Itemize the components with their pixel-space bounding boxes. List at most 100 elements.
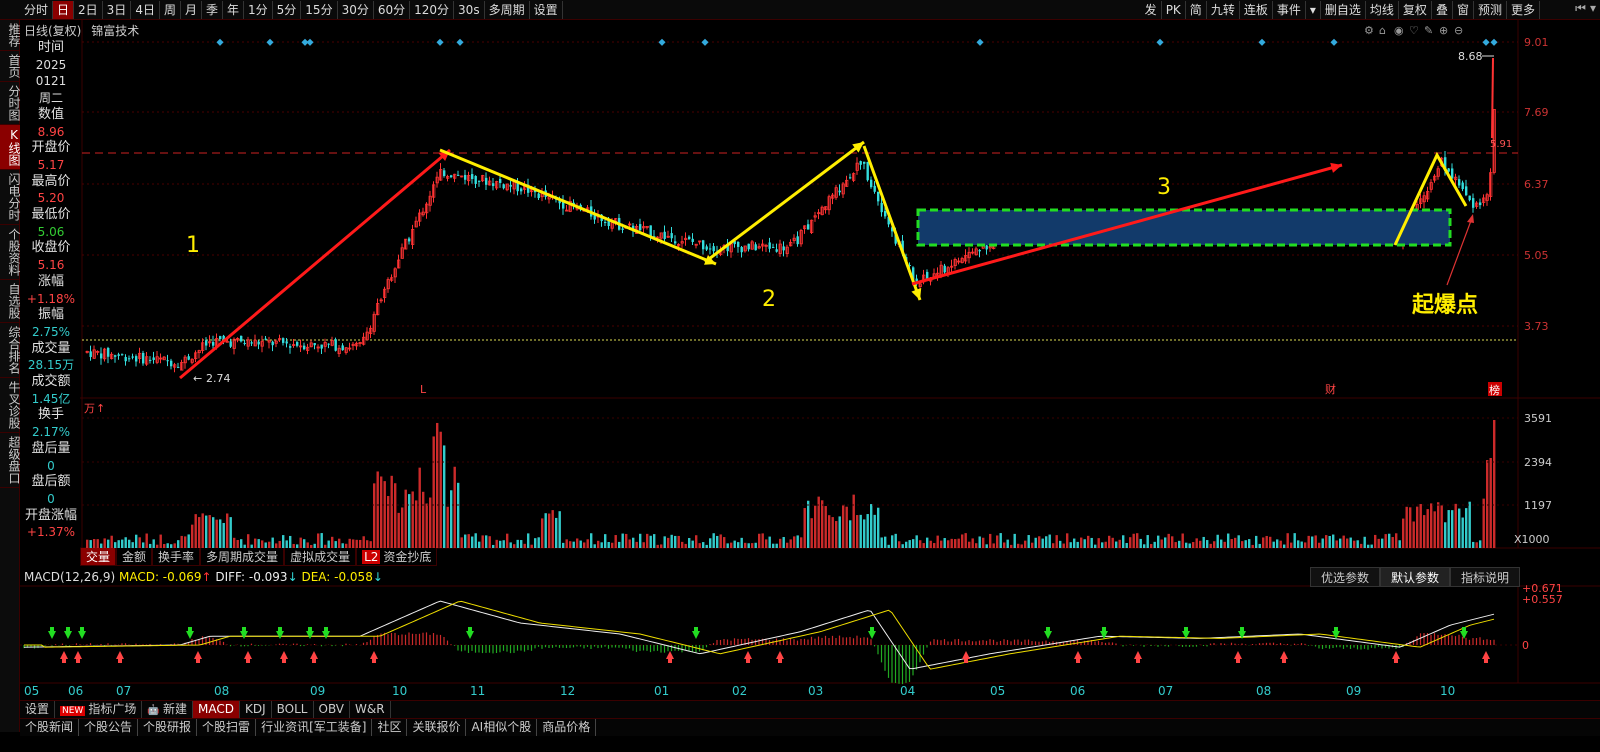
candle-body-36 bbox=[212, 342, 215, 346]
volume-bar-260 bbox=[996, 535, 999, 548]
volume-bar-343 bbox=[1286, 533, 1289, 548]
volume-bar-359 bbox=[1342, 535, 1345, 548]
candle-body-65 bbox=[313, 342, 316, 346]
candle-body-58 bbox=[289, 346, 292, 348]
volume-bar-233 bbox=[901, 544, 904, 548]
indicator-tab-5[interactable]: BOLL bbox=[272, 701, 314, 718]
month-tick-6: 11 bbox=[470, 684, 485, 698]
month-tick-13: 06 bbox=[1070, 684, 1085, 698]
zoom-out-icon: ⊖ bbox=[1454, 24, 1463, 37]
volume-bar-369 bbox=[1377, 538, 1380, 548]
candle-body-11 bbox=[124, 356, 127, 362]
volume-bar-181 bbox=[719, 534, 722, 548]
volume-bar-142 bbox=[583, 542, 586, 548]
indicator-tab-4[interactable]: KDJ bbox=[240, 701, 272, 718]
volume-bar-353 bbox=[1321, 538, 1324, 548]
volume-bar-216 bbox=[842, 504, 845, 548]
news-tab-2[interactable]: 个股研报 bbox=[138, 719, 198, 736]
volume-bar-291 bbox=[1104, 541, 1107, 548]
volume-tab-5[interactable]: L2 资金抄底 bbox=[356, 548, 438, 566]
candle-body-179 bbox=[712, 246, 715, 252]
volume-bar-145 bbox=[593, 544, 596, 548]
volume-bar-358 bbox=[1339, 538, 1342, 548]
volume-bar-116 bbox=[492, 544, 495, 548]
buy-signal-stem-3 bbox=[196, 658, 200, 663]
buy-signal-stem-13 bbox=[1136, 658, 1140, 663]
volume-bar-159 bbox=[642, 542, 645, 548]
volume-bar-162 bbox=[653, 534, 656, 548]
kline-chart[interactable]: 9.017.696.375.053.73359123941197X1000万 ↑1… bbox=[0, 0, 1600, 752]
indicator-tab-label: 指标广场 bbox=[88, 702, 137, 716]
signal-diamond-icon-3 bbox=[306, 38, 314, 46]
sell-signal-icon-12 bbox=[1100, 631, 1108, 639]
volume-tab-label: 资金抄底 bbox=[383, 550, 432, 564]
candle-body-106 bbox=[457, 174, 460, 176]
indicator-tab-0[interactable]: 设置 bbox=[20, 701, 56, 718]
volume-bar-205 bbox=[803, 508, 806, 548]
volume-bar-271 bbox=[1034, 537, 1037, 548]
volume-bar-230 bbox=[891, 535, 894, 548]
news-tab-3[interactable]: 个股扫雷 bbox=[197, 719, 257, 736]
news-tab-6[interactable]: 关联报价 bbox=[407, 719, 467, 736]
param-button-2[interactable]: 指标说明 bbox=[1449, 567, 1520, 587]
volume-tab-4[interactable]: 虚拟成交量 bbox=[284, 548, 357, 566]
news-tab-0[interactable]: 个股新闻 bbox=[20, 719, 80, 736]
volume-tab-2[interactable]: 换手率 bbox=[152, 548, 201, 566]
candle-body-206 bbox=[807, 224, 810, 230]
volume-bar-168 bbox=[674, 535, 677, 548]
volume-bar-111 bbox=[474, 533, 477, 548]
volume-bar-225 bbox=[873, 514, 876, 548]
volume-bar-35 bbox=[208, 515, 211, 548]
news-tab-5[interactable]: 社区 bbox=[372, 719, 408, 736]
indicator-tab-label: OBV bbox=[318, 702, 345, 716]
candle-body-8 bbox=[114, 355, 117, 357]
candle-body-225 bbox=[873, 185, 876, 192]
volume-bar-27 bbox=[180, 535, 183, 548]
explode-pointer-head bbox=[1467, 214, 1474, 223]
indicator-tab-3[interactable]: MACD bbox=[193, 701, 240, 718]
volume-unit: 万 bbox=[84, 402, 95, 415]
indicator-tab-1[interactable]: NEW 指标广场 bbox=[55, 701, 143, 718]
indicator-tab-2[interactable]: 🤖 新建 bbox=[142, 701, 194, 718]
volume-bar-389 bbox=[1447, 510, 1450, 548]
volume-bar-32 bbox=[198, 517, 201, 548]
volume-bar-140 bbox=[576, 538, 579, 548]
volume-bar-253 bbox=[971, 538, 974, 548]
volume-bar-270 bbox=[1031, 542, 1034, 548]
volume-bar-210 bbox=[821, 500, 824, 548]
volume-bar-190 bbox=[751, 543, 754, 548]
volume-tab-0[interactable]: 交量 bbox=[80, 548, 117, 566]
indicator-tab-7[interactable]: W&R bbox=[350, 701, 391, 718]
volume-bar-315 bbox=[1188, 543, 1191, 548]
volume-bar-99 bbox=[432, 436, 435, 548]
drop-arrow-4-head bbox=[911, 288, 922, 300]
volume-bar-105 bbox=[453, 466, 456, 548]
volume-bar-256 bbox=[982, 537, 985, 548]
param-button-0[interactable]: 优选参数 bbox=[1309, 567, 1380, 587]
volume-bar-78 bbox=[359, 539, 362, 548]
candle-body-111 bbox=[474, 175, 477, 184]
candle-body-176 bbox=[702, 240, 705, 250]
volume-bar-169 bbox=[677, 535, 680, 548]
param-button-1[interactable]: 默认参数 bbox=[1379, 567, 1450, 587]
candle-body-69 bbox=[327, 343, 330, 345]
news-tab-7[interactable]: AI相似个股 bbox=[466, 719, 538, 736]
indicator-tab-6[interactable]: OBV bbox=[314, 701, 351, 718]
volume-bar-189 bbox=[747, 543, 750, 548]
volume-bar-69 bbox=[327, 540, 330, 548]
news-tab-8[interactable]: 商品价格 bbox=[537, 719, 597, 736]
volume-bar-328 bbox=[1234, 537, 1237, 548]
news-tab-4[interactable]: 行业资讯[军工装备] bbox=[256, 719, 373, 736]
volume-tab-3[interactable]: 多周期成交量 bbox=[200, 548, 285, 566]
volume-bar-336 bbox=[1262, 537, 1265, 548]
candle-body-45 bbox=[243, 343, 246, 345]
volume-bar-156 bbox=[632, 537, 635, 548]
volume-tab-1[interactable]: 金额 bbox=[116, 548, 153, 566]
volume-bar-229 bbox=[887, 544, 890, 548]
news-tab-1[interactable]: 个股公告 bbox=[79, 719, 139, 736]
month-tick-17: 10 bbox=[1440, 684, 1455, 698]
volume-bar-120 bbox=[506, 533, 509, 548]
sell-signal-stem-2 bbox=[80, 627, 84, 632]
volume-bar-388 bbox=[1444, 522, 1447, 548]
diff-value: DIFF: -0.093 bbox=[215, 570, 288, 584]
